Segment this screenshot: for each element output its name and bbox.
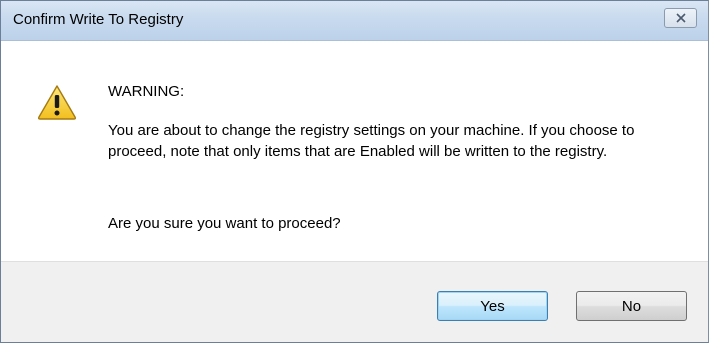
dialog-window: Confirm Write To Registry WARNING: You a… xyxy=(0,0,709,343)
window-title: Confirm Write To Registry xyxy=(13,11,184,28)
button-bar: Yes No xyxy=(1,261,708,342)
confirm-question: Are you sure you want to proceed? xyxy=(108,215,341,232)
warning-message: You are about to change the registry set… xyxy=(108,122,635,160)
close-button[interactable] xyxy=(664,8,697,28)
warning-heading: WARNING: xyxy=(108,83,185,100)
dialog-body: WARNING: You are about to change the reg… xyxy=(1,41,708,261)
close-icon xyxy=(676,13,686,23)
warning-icon xyxy=(37,85,77,120)
title-bar[interactable]: Confirm Write To Registry xyxy=(1,1,708,41)
yes-button[interactable]: Yes xyxy=(437,291,548,321)
no-button[interactable]: No xyxy=(576,291,687,321)
